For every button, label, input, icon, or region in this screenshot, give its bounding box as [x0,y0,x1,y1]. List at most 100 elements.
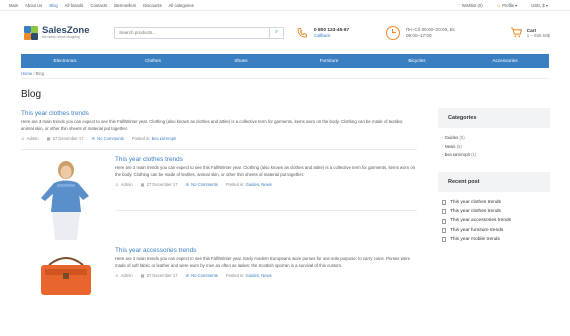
callback-link[interactable]: Callback [314,33,349,38]
currency-select[interactable]: USD, $ ▾ [531,3,548,8]
recent-post-item[interactable]: This year mobile trends [442,235,550,244]
recent-post-item[interactable]: This year clothes trends [442,207,550,216]
wishlist-link[interactable]: ♡ Wishlist (0) [457,3,483,8]
post-comments-link[interactable]: ✉ No Comments [186,273,218,278]
post-meta: ♙ Admin ▦ 27 December 17 ✉ No Comments Post… [21,136,417,141]
recent-post-title: This year mobile trends [450,236,500,242]
search-box: ⌕ [114,26,284,39]
user-icon: ☺ [496,2,501,8]
post-date: 27 December 17 [52,136,84,141]
post-comments: No Comments [191,273,218,278]
divider [21,149,417,150]
post-comments-link[interactable]: ✉ No Comments [186,182,218,187]
logo[interactable]: SalesZone the ready online shopping [24,25,110,40]
heart-icon: ♡ [456,2,461,8]
hours-line-2: 09:00–17:00 [406,32,432,38]
post-categories-link[interactable]: Guides, News [246,182,272,187]
recent-post-item[interactable]: This year furniture trends [442,226,550,235]
top-link-blog[interactable]: Blog [49,3,57,8]
top-bar: Main About Us Blog All brands Contacts B… [0,0,570,11]
breadcrumb: Home / Blog [21,68,549,79]
chevron-down-icon: ▾ [545,2,548,8]
calendar-icon: ▦ [46,136,51,141]
logo-mark-icon [24,25,38,40]
blog-post: This year clothes trends Here are 3 main… [21,110,417,141]
profile-menu[interactable]: ☺ Profile ▾ [497,3,518,8]
category-name: Guides [444,135,459,140]
post-image[interactable] [21,156,112,240]
recent-post-title: This year clothes trends [450,209,501,215]
user-icon: ♙ [115,273,119,278]
post-meta: ♙ Admin ▦ 27 December 17 ✉ No Comments Post… [115,273,417,278]
user-icon: ♙ [21,136,25,141]
document-icon [442,237,446,243]
top-link-discounts[interactable]: Discounts [143,3,161,8]
categories-list: · Guides (5) · News (5) · Без категорії … [438,128,550,160]
blog-posts: This year clothes trends Here are 3 main… [21,110,417,331]
category-item[interactable]: · Без категорії (1) [442,151,550,160]
top-link-bestsellers[interactable]: Best-sellers [114,3,136,8]
post-comments-link[interactable]: ✉ No Comments [92,136,124,141]
profile-label: Profile [502,2,514,8]
breadcrumb-home[interactable]: Home [21,71,32,76]
recent-post-item[interactable]: This year clothes trends [442,198,550,207]
top-link-about[interactable]: About Us [25,3,42,8]
top-links: Main About Us Blog All brands Contacts B… [9,3,200,8]
page-title: Blog [21,89,42,100]
search-button[interactable]: ⌕ [269,27,283,38]
post-date: 27 December 17 [146,182,178,187]
top-link-main[interactable]: Main [9,3,18,8]
category-name: Без категорії [444,152,470,158]
recent-post-title: This year clothes trends [450,199,501,205]
clock-icon [386,25,400,40]
blog-post: This year clothes trends Here are 3 main… [21,156,417,240]
nav-clothes[interactable]: Clothes [109,54,197,68]
post-title[interactable]: This year clothes trends [115,156,417,163]
sidebar: Categories · Guides (5) · News (5) · Без… [438,108,550,244]
post-categories-link[interactable]: Guides, News [246,273,272,278]
nav-electronics[interactable]: Electronics [21,54,109,68]
nav-shoes[interactable]: Shoes [197,54,285,68]
nav-furniture[interactable]: Furniture [285,54,373,68]
nav-bicycles[interactable]: Bicycles [373,54,461,68]
category-item[interactable]: · News (5) [442,143,550,152]
phone-number: 0 800 123-45-67 [314,27,350,33]
wishlist-label: Wishlist (0) [461,2,483,8]
hours-line-1: Пн–Сб 09:00–20:00, Вс [406,26,456,32]
post-categories-link[interactable]: Без категорії [152,136,177,141]
top-link-contacts[interactable]: Contacts [91,3,108,8]
top-link-brands[interactable]: All brands [65,3,84,8]
chevron-down-icon: ▾ [515,2,518,8]
post-title[interactable]: This year accessories trends [115,247,417,254]
document-icon [442,209,446,215]
logo-name: SalesZone [42,25,90,36]
blog-post: This year accessories trends Here are 3 … [21,247,417,331]
post-author: Admin [26,136,39,141]
cart[interactable]: Cart 1 – 836 60$ [510,26,550,39]
search-input[interactable] [115,27,269,38]
recent-post-heading: Recent post [438,171,550,192]
recent-post-item[interactable]: This year accessories trends [442,216,550,225]
recent-post-title: This year accessories trends [450,218,512,224]
contact-block: 0 800 123-45-67 Callback [296,27,384,39]
posted-in-label: Posted in: [131,136,151,141]
recent-post-title: This year furniture trends [450,227,504,233]
nav-accessories[interactable]: Accessories [461,54,549,68]
comment-icon: ✉ [91,136,96,141]
category-item[interactable]: · Guides (5) [442,134,550,143]
post-title[interactable]: This year clothes trends [21,110,417,117]
posted-in-label: Posted in: [225,182,245,187]
top-link-categories[interactable]: All categories [169,3,194,8]
woman-in-sweater-image [21,156,112,240]
comment-icon: ✉ [185,273,190,278]
category-count: (1) [471,152,477,158]
post-image[interactable] [21,247,112,331]
post-excerpt: Here are 3 main trends you can expect to… [21,119,404,131]
header: SalesZone the ready online shopping ⌕ 0 … [0,11,570,54]
document-icon [442,199,446,205]
calendar-icon: ▦ [140,182,145,187]
document-icon [442,227,446,233]
category-count: (5) [459,135,465,140]
user-icon: ♙ [115,182,119,187]
breadcrumb-current: Blog [35,70,45,76]
